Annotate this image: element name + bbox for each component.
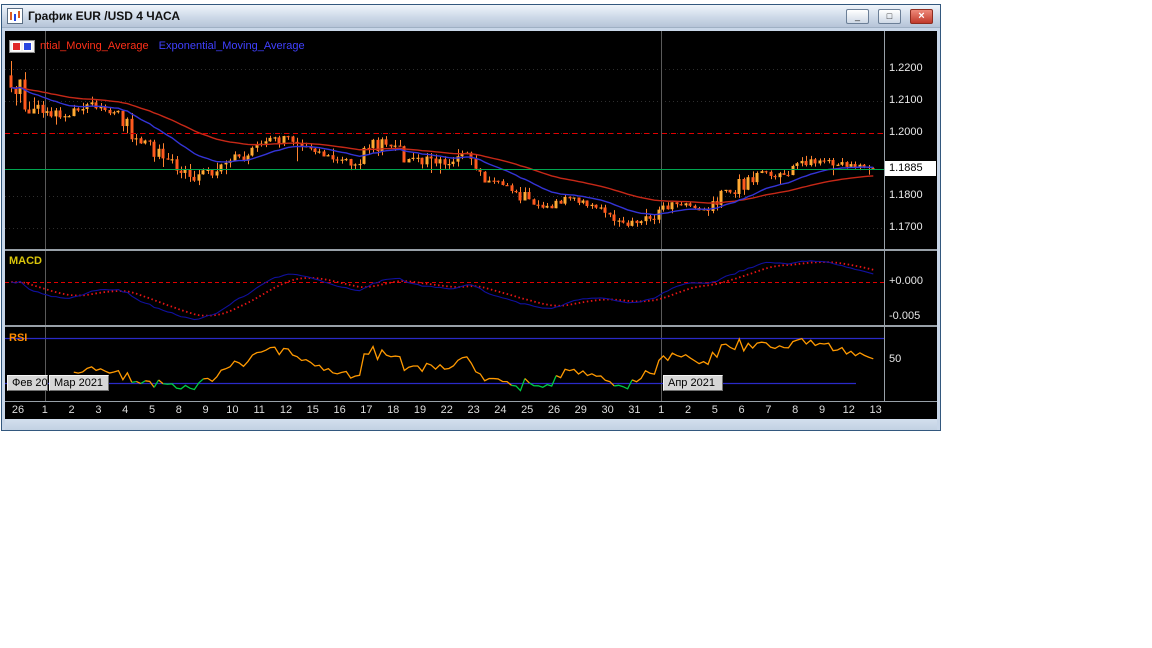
time-axis-label: 5: [711, 404, 718, 416]
price-axis-label: 1.2200: [889, 62, 923, 74]
time-axis-label: 12: [279, 404, 293, 416]
time-axis-label: 16: [333, 404, 346, 416]
price-axis-label: 1.2000: [889, 126, 923, 138]
time-axis-label: 26: [547, 404, 561, 416]
time-axis-label: 19: [413, 404, 427, 416]
time-axis-label: 2: [684, 404, 692, 416]
ema-blue-label: Exponential_Moving_Average: [158, 40, 305, 52]
chart-canvas[interactable]: [5, 31, 937, 419]
time-axis-label: 8: [175, 404, 182, 416]
price-axis-label: 1.1700: [889, 221, 923, 233]
time-axis-label: 31: [628, 404, 641, 416]
time-axis-label: 5: [148, 404, 156, 416]
time-axis-label: 1: [658, 404, 665, 416]
price-axis-label: 1.1800: [889, 189, 923, 201]
month-label-apr: Апр 2021: [663, 375, 723, 391]
maximize-button[interactable]: □: [878, 8, 901, 24]
time-axis-label: 30: [601, 404, 614, 416]
time-axis-label: 13: [869, 404, 882, 416]
time-axis-label: 4: [122, 404, 129, 416]
macd-axis-label: +0.000: [889, 275, 923, 287]
time-axis-label: 18: [387, 404, 400, 416]
minimize-button[interactable]: _: [846, 8, 869, 24]
time-axis-label: 3: [95, 404, 102, 416]
macd-pane-label: MACD: [9, 255, 42, 267]
close-button[interactable]: ×: [910, 8, 933, 24]
chart-area: ntial_Moving_Average Exponential_Moving_…: [5, 31, 937, 419]
month-label-feb: Фев 20: [7, 375, 48, 391]
macd-axis-label: -0.005: [889, 310, 921, 322]
time-axis-label: 25: [521, 404, 534, 416]
time-axis: 26 1 2 3 4 5 8 9 10 11 12 15 16 17 18 19 22 23 24 25 26 29 30 3…: [5, 404, 937, 419]
time-axis-label: 1: [41, 404, 48, 416]
time-axis-label: 7: [765, 404, 772, 416]
blue-indicator-button[interactable]: [23, 41, 32, 51]
current-price-box: 1.1885: [885, 161, 936, 176]
time-axis-label: 8: [792, 404, 799, 416]
time-axis-label: 22: [440, 404, 453, 416]
time-axis-label: 10: [226, 404, 239, 416]
time-axis-label: 12: [842, 404, 855, 416]
time-axis-label: 29: [574, 404, 587, 416]
titlebar[interactable]: График EUR /USD 4 ЧАСА _ □ ×: [2, 5, 940, 28]
rsi-axis-label: 50: [889, 353, 902, 365]
time-axis-label: 9: [818, 404, 826, 416]
desktop: График EUR /USD 4 ЧАСА _ □ × ntial_Movin…: [0, 0, 1152, 648]
red-indicator-button[interactable]: [12, 41, 21, 51]
app-icon: [7, 8, 23, 24]
time-axis-label: 15: [306, 404, 319, 416]
window-controls: _ □ ×: [846, 8, 933, 24]
indicator-legend: ntial_Moving_Average Exponential_Moving_…: [9, 38, 305, 54]
ema-red-label: ntial_Moving_Average: [40, 40, 149, 52]
time-axis-label: 24: [494, 404, 507, 416]
status-strip: [5, 419, 937, 430]
time-axis-label: 11: [253, 404, 265, 416]
indicator-buttons: [9, 39, 35, 53]
price-axis-label: 1.2100: [889, 94, 923, 106]
time-axis-label: 26: [11, 404, 25, 416]
time-axis-label: 9: [202, 404, 209, 416]
time-axis-label: 23: [467, 404, 480, 416]
window-title: График EUR /USD 4 ЧАСА: [28, 9, 181, 23]
chart-window: График EUR /USD 4 ЧАСА _ □ × ntial_Movin…: [1, 4, 941, 431]
month-label-mar: Мар 2021: [49, 375, 109, 391]
rsi-pane-label: RSI: [9, 332, 28, 344]
time-axis-label: 2: [68, 404, 75, 416]
time-axis-label: 6: [738, 404, 745, 416]
time-axis-label: 17: [360, 404, 373, 416]
